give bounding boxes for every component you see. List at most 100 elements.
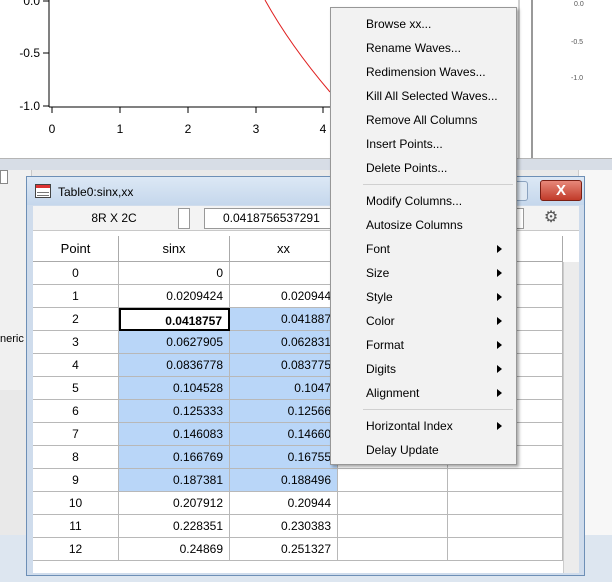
sinx-cell[interactable]: 0.125333: [119, 400, 230, 423]
menu-item-label: Horizontal Index: [366, 419, 453, 433]
graph-plot: 0.0 -0.5 -1.0 0 1 2 3 4 0.0 -0.5 -1.0: [19, 0, 584, 158]
menu-item-label: Delete Points...: [366, 161, 448, 175]
y-tick-label: 0.0: [23, 0, 40, 8]
xx-cell[interactable]: 0.188496: [230, 469, 338, 492]
menu-item-label: Kill All Selected Waves...: [366, 89, 498, 103]
sinx-cell[interactable]: 0.0627905: [119, 331, 230, 354]
menu-item-alignment[interactable]: Alignment: [331, 381, 516, 405]
sinx-cell[interactable]: 0.0209424: [119, 285, 230, 308]
menu-item-insert-points[interactable]: Insert Points...: [331, 132, 516, 156]
xx-cell[interactable]: 0.041887: [230, 308, 338, 331]
xx-cell[interactable]: 0.083775: [230, 354, 338, 377]
xx-cell[interactable]: 0.12566: [230, 400, 338, 423]
sinx-cell[interactable]: 0.166769: [119, 446, 230, 469]
menu-item-horizontal-index[interactable]: Horizontal Index: [331, 414, 516, 438]
x-tick-label: 0: [49, 122, 56, 136]
row-index-cell[interactable]: 11: [33, 515, 119, 538]
menu-item-style[interactable]: Style: [331, 285, 516, 309]
xx-cell[interactable]: 0.230383: [230, 515, 338, 538]
xx-cell[interactable]: 0.16755: [230, 446, 338, 469]
right-tick-label: -0.5: [571, 39, 583, 46]
y-tick-label: -1.0: [19, 99, 40, 113]
sinx-cell[interactable]: 0.228351: [119, 515, 230, 538]
menu-separator: [363, 184, 513, 185]
menu-item-modify-columns[interactable]: Modify Columns...: [331, 189, 516, 213]
empty-cell[interactable]: [448, 492, 563, 515]
sinx-cell[interactable]: 0.24869: [119, 538, 230, 561]
sinx-cell[interactable]: 0.187381: [119, 469, 230, 492]
row-index-cell[interactable]: 1: [33, 285, 119, 308]
xx-cell[interactable]: 0.14660: [230, 423, 338, 446]
row-index-cell[interactable]: 8: [33, 446, 119, 469]
menu-item-redimension-waves[interactable]: Redimension Waves...: [331, 60, 516, 84]
sinx-cell[interactable]: 0.0836778: [119, 354, 230, 377]
menu-item-remove-columns[interactable]: Remove All Columns: [331, 108, 516, 132]
window-separator: [0, 158, 612, 170]
sinx-cell[interactable]: 0.104528: [119, 377, 230, 400]
column-header-point[interactable]: Point: [33, 236, 119, 262]
menu-item-label: Size: [366, 266, 390, 280]
row-index-cell[interactable]: 10: [33, 492, 119, 515]
row-index-cell[interactable]: 12: [33, 538, 119, 561]
menu-item-font[interactable]: Font: [331, 237, 516, 261]
submenu-arrow-icon: [497, 422, 502, 430]
menu-item-rename-waves[interactable]: Rename Waves...: [331, 36, 516, 60]
menu-item-delete-points[interactable]: Delete Points...: [331, 156, 516, 180]
row-index-cell[interactable]: 7: [33, 423, 119, 446]
row-index-cell[interactable]: 9: [33, 469, 119, 492]
menu-item-autosize-columns[interactable]: Autosize Columns: [331, 213, 516, 237]
menu-item-label: Modify Columns...: [366, 194, 463, 208]
xx-cell[interactable]: 0.20944: [230, 492, 338, 515]
left-input-field[interactable]: [0, 170, 8, 184]
menu-item-format[interactable]: Format: [331, 333, 516, 357]
x-tick-label: 1: [117, 122, 124, 136]
column-header-sinx[interactable]: sinx: [119, 236, 230, 262]
menu-item-digits[interactable]: Digits: [331, 357, 516, 381]
empty-cell[interactable]: [448, 515, 563, 538]
menu-item-size[interactable]: Size: [331, 261, 516, 285]
menu-item-label: Font: [366, 242, 391, 256]
row-index-cell[interactable]: 3: [33, 331, 119, 354]
submenu-arrow-icon: [497, 341, 502, 349]
menu-item-label: Delay Update: [366, 443, 439, 457]
row-index-cell[interactable]: 0: [33, 262, 119, 285]
context-menu: Browse xx... Rename Waves... Redimension…: [330, 7, 517, 465]
x-tick-label: 4: [320, 122, 327, 136]
empty-cell[interactable]: [338, 469, 448, 492]
gear-icon[interactable]: ⚙: [543, 210, 559, 226]
submenu-arrow-icon: [497, 293, 502, 301]
sinx-cell[interactable]: 0: [119, 262, 230, 285]
row-index-cell[interactable]: 6: [33, 400, 119, 423]
menu-item-label: Browse xx...: [366, 17, 432, 31]
xx-cell[interactable]: [230, 262, 338, 285]
xx-cell[interactable]: 0.1047: [230, 377, 338, 400]
close-button[interactable]: X: [540, 180, 582, 201]
empty-cell[interactable]: [338, 492, 448, 515]
empty-cell[interactable]: [448, 469, 563, 492]
xx-cell[interactable]: 0.251327: [230, 538, 338, 561]
xx-cell[interactable]: 0.020944: [230, 285, 338, 308]
row-index-cell[interactable]: 5: [33, 377, 119, 400]
empty-cell[interactable]: [448, 538, 563, 561]
menu-item-color[interactable]: Color: [331, 309, 516, 333]
menu-item-browse[interactable]: Browse xx...: [331, 12, 516, 36]
menu-item-delay-update[interactable]: Delay Update: [331, 438, 516, 462]
xx-cell[interactable]: 0.062831: [230, 331, 338, 354]
row-index-cell[interactable]: 4: [33, 354, 119, 377]
sine-curve: [264, 0, 331, 93]
empty-cell[interactable]: [338, 515, 448, 538]
menu-item-kill-waves[interactable]: Kill All Selected Waves...: [331, 84, 516, 108]
entry-prefix-box[interactable]: [178, 208, 190, 229]
menu-item-label: Remove All Columns: [366, 113, 478, 127]
row-index-cell[interactable]: 2: [33, 308, 119, 331]
right-tick-label: -1.0: [571, 75, 583, 82]
graph-window: 0.0 -0.5 -1.0 0 1 2 3 4 0.0 -0.5 -1.0: [0, 0, 612, 158]
sinx-cell[interactable]: 0.0418757: [119, 308, 230, 331]
menu-item-label: Style: [366, 290, 393, 304]
sinx-cell[interactable]: 0.207912: [119, 492, 230, 515]
sinx-cell[interactable]: 0.146083: [119, 423, 230, 446]
column-header-xx[interactable]: xx: [230, 236, 338, 262]
right-tick-label: 0.0: [574, 1, 584, 8]
empty-cell[interactable]: [338, 538, 448, 561]
vertical-scrollbar[interactable]: [563, 262, 579, 573]
